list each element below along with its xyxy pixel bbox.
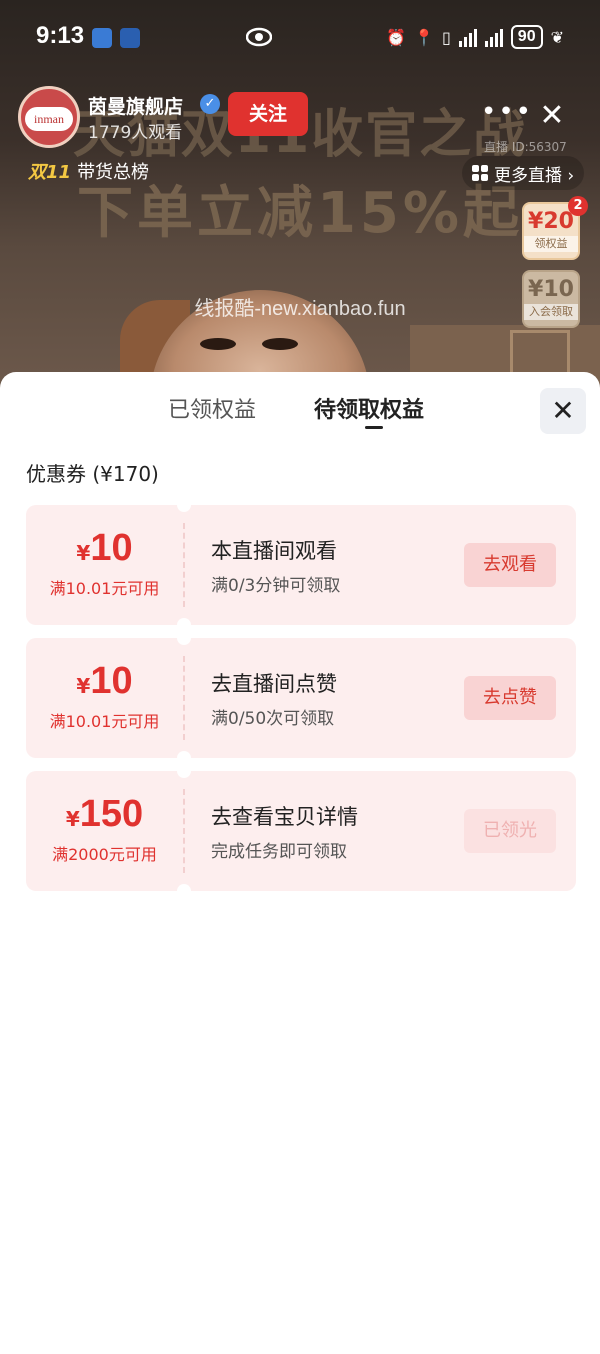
coupon-card: ¥10 满10.01元可用 本直播间观看 满0/3分钟可领取 去观看 (26, 498, 576, 632)
coupon-requirement: 完成任务即可领取 (211, 842, 347, 862)
coupon-card: ¥150 满2000元可用 去查看宝贝详情 完成任务即可领取 已领光 (26, 764, 576, 898)
signal-2-icon (484, 27, 503, 47)
side-coupon-membership[interactable]: ¥10 入会领取 (522, 270, 580, 328)
status-bar: 9:13 ⏰ 📍 ▯ 90 ❦ (0, 20, 600, 56)
vibrate-icon: ▯ (441, 27, 451, 47)
grid-icon (472, 165, 488, 181)
active-tab-indicator (365, 426, 383, 429)
sold-out-button[interactable]: 已领光 (464, 809, 556, 853)
coupon-requirement: 满0/50次可领取 (211, 709, 335, 729)
shop-name[interactable]: 茵曼旗舰店 (88, 92, 183, 119)
close-icon[interactable]: ✕ (532, 94, 572, 138)
notification-robot-icon (120, 28, 140, 48)
notification-app-icon (92, 28, 112, 48)
like-button[interactable]: 去点赞 (464, 676, 556, 720)
coupon-task: 去查看宝贝详情 (211, 805, 358, 829)
side-coupon-label: 领权益 (524, 236, 578, 252)
coupon-card: ¥10 满10.01元可用 去直播间点赞 满0/50次可领取 去点赞 (26, 631, 576, 765)
coupon-value: ¥10 (76, 660, 133, 702)
battery-indicator: 90 (510, 25, 543, 49)
leaf-icon: ❦ (550, 27, 564, 47)
rank-tag: 双11 (28, 162, 72, 183)
shop-avatar[interactable]: inman (18, 86, 80, 148)
close-icon[interactable]: ✕ (540, 388, 586, 434)
coupon-task: 本直播间观看 (211, 539, 337, 563)
more-live-button[interactable]: 更多直播 › (462, 156, 585, 190)
rank-link[interactable]: 双11 带货总榜 (28, 158, 149, 184)
alarm-icon: ⏰ (386, 27, 407, 47)
more-live-label: 更多直播 › (494, 165, 575, 186)
live-id: 直播 ID:56307 (484, 140, 567, 154)
watermark-text: 线报酷-new.xianbao.fun (194, 298, 406, 320)
host-eye-right (262, 338, 298, 350)
rank-label: 带货总榜 (77, 162, 150, 183)
coupon-value: ¥10 (76, 527, 133, 569)
coupon-condition: 满10.01元可用 (49, 579, 160, 598)
section-title: 优惠券 (¥170) (26, 462, 159, 486)
coupon-condition: 满10.01元可用 (49, 712, 160, 731)
side-coupon-badge: 2 (568, 196, 588, 216)
benefits-sheet: 已领权益 待领取权益 ✕ 优惠券 (¥170) ¥10 满10.01元可用 本直… (0, 372, 600, 1354)
coupon-value: ¥150 (65, 793, 144, 835)
system-icons: ⏰ 📍 ▯ 90 ❦ (386, 25, 564, 49)
tab-claimed-benefits[interactable]: 已领权益 (168, 392, 256, 424)
avatar-logo-text: inman (25, 107, 73, 131)
follow-button[interactable]: 关注 (228, 92, 308, 136)
side-coupon-amount: ¥10 (528, 277, 574, 302)
tab-pending-benefits[interactable]: 待领取权益 (314, 392, 424, 424)
live-stream-video[interactable]: 天猫双11收官之战 下单立减15%起 线报酷-new.xianbao.fun (0, 0, 600, 400)
coupon-requirement: 满0/3分钟可领取 (211, 576, 341, 596)
eye-icon (246, 27, 272, 47)
coupon-task: 去直播间点赞 (211, 672, 337, 696)
side-coupon-label: 入会领取 (524, 304, 578, 320)
location-icon: 📍 (414, 27, 434, 47)
coupon-condition: 满2000元可用 (52, 845, 157, 864)
ellipsis-icon[interactable]: ••• (480, 94, 534, 138)
verified-icon: ✓ (200, 94, 220, 114)
watch-button[interactable]: 去观看 (464, 543, 556, 587)
signal-icon (458, 27, 477, 47)
host-eye-left (200, 338, 236, 350)
status-time: 9:13 (36, 22, 85, 49)
viewer-count: 1779人观看 (88, 123, 183, 143)
